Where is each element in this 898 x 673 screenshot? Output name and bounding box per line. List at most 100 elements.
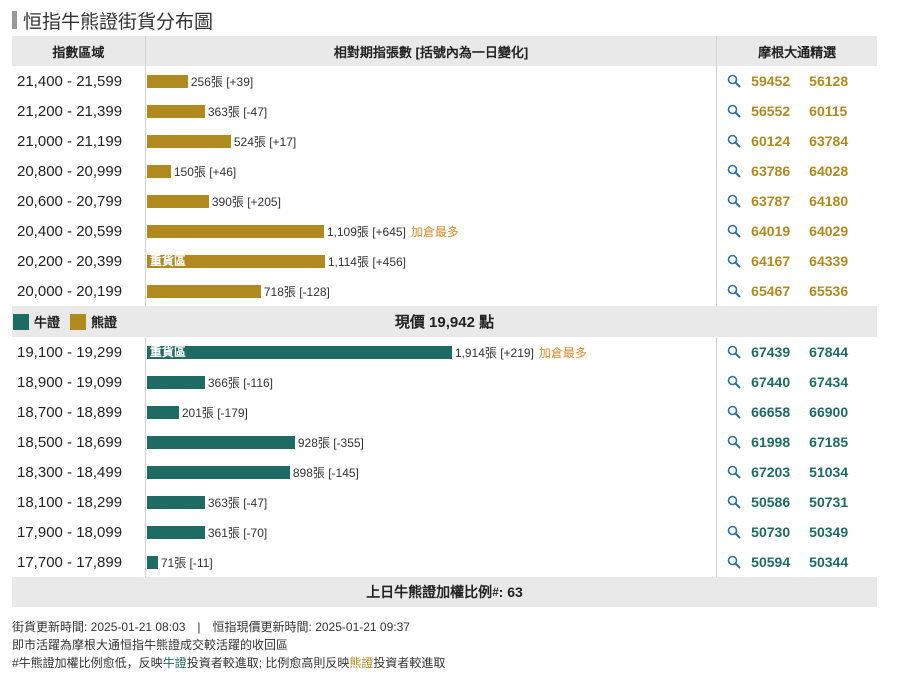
contracts-value: 1,914張 [+219] <box>454 345 534 360</box>
weighted-ratio-footer: 上日牛熊證加權比例 #: 63 <box>12 577 877 607</box>
contracts-value: 524張 [+17] <box>233 134 297 149</box>
warrant-code-link[interactable]: 51034 <box>809 464 867 480</box>
warrant-code-link[interactable]: 56552 <box>751 103 809 119</box>
contracts-bar <box>146 194 209 208</box>
index-range: 17,900 - 18,099 <box>17 523 123 541</box>
most-added-label: 加倉最多 <box>410 224 459 239</box>
bull-row: 19,100 - 19,299 重貨區 1,914張 [+219] 加倉最多 67439… <box>12 337 877 367</box>
index-range: 18,100 - 18,299 <box>17 493 123 511</box>
magnifier-icon[interactable] <box>727 194 741 208</box>
page-title: 恒指牛熊證街貨分布圖 <box>12 8 213 33</box>
magnifier-icon[interactable] <box>727 525 741 539</box>
index-range: 18,900 - 19,099 <box>17 373 123 391</box>
warrant-code-link[interactable]: 67844 <box>809 344 867 360</box>
warrant-code-link[interactable]: 66658 <box>751 404 809 420</box>
magnifier-icon[interactable] <box>727 134 741 148</box>
index-range: 21,400 - 21,599 <box>17 72 123 90</box>
warrant-code-link[interactable]: 64167 <box>751 253 809 269</box>
bear-row: 20,400 - 20,599 1,109張 [+645] 加倉最多 64019 640… <box>12 216 877 246</box>
picks-cell: 50730 50349 <box>716 517 877 547</box>
warrant-code-link[interactable]: 50594 <box>751 554 809 570</box>
warrant-code-link[interactable]: 61998 <box>751 434 809 450</box>
magnifier-icon[interactable] <box>727 555 741 569</box>
picks-cell: 66658 66900 <box>716 397 877 427</box>
ratio-note-b: 投資者較進取; 比例愈高則反映 <box>186 656 350 670</box>
contracts-bar <box>146 555 158 569</box>
warrant-code-link[interactable]: 65467 <box>751 283 809 299</box>
picks-cell: 61998 67185 <box>716 427 877 457</box>
warrant-code-link[interactable]: 64180 <box>809 193 867 209</box>
bull-row: 17,900 - 18,099 361張 [-70] 50730 50349 <box>12 517 877 547</box>
warrant-code-link[interactable]: 64339 <box>809 253 867 269</box>
warrant-code-link[interactable]: 67440 <box>751 374 809 390</box>
header-index-range: 指數區域 <box>52 44 105 60</box>
contracts-cell: 524張 [+17] <box>144 126 716 156</box>
ratio-note-bear: 熊證 <box>349 656 374 670</box>
warrant-code-link[interactable]: 60124 <box>751 133 809 149</box>
warrant-code-link[interactable]: 56128 <box>809 73 867 89</box>
contracts-cell: 363張 [-47] <box>144 487 716 517</box>
contracts-bar <box>146 104 205 118</box>
warrant-code-link[interactable]: 60115 <box>809 103 867 119</box>
magnifier-icon[interactable] <box>727 284 741 298</box>
contracts-bar <box>146 465 290 479</box>
index-range: 20,800 - 20,999 <box>17 162 123 180</box>
contracts-cell: 1,109張 [+645] 加倉最多 <box>144 216 716 246</box>
warrant-code-link[interactable]: 66900 <box>809 404 867 420</box>
magnifier-icon[interactable] <box>727 435 741 449</box>
warrant-code-link[interactable]: 67434 <box>809 374 867 390</box>
warrant-code-link[interactable]: 63787 <box>751 193 809 209</box>
ratio-note-a: #牛熊證加權比例愈低，反映 <box>12 656 163 670</box>
ratio-note-c: 投資者較進取 <box>373 656 446 670</box>
magnifier-icon[interactable] <box>727 224 741 238</box>
bull-row: 18,900 - 19,099 366張 [-116] 67440 67434 <box>12 367 877 397</box>
contracts-value: 898張 [-145] <box>292 465 359 480</box>
bull-row: 18,700 - 18,899 201張 [-179] 66658 66900 <box>12 397 877 427</box>
picks-cell: 67440 67434 <box>716 367 877 397</box>
warrant-code-link[interactable]: 67439 <box>751 344 809 360</box>
table-header: 指數區域 相對期指張數 [括號內為一日變化] 摩根大通精選 <box>12 36 877 66</box>
index-range: 20,400 - 20,599 <box>17 222 123 240</box>
magnifier-icon[interactable] <box>727 104 741 118</box>
header-contracts: 相對期指張數 [括號內為一日變化] <box>144 36 716 66</box>
magnifier-icon[interactable] <box>727 345 741 359</box>
magnifier-icon[interactable] <box>727 465 741 479</box>
contracts-value: 201張 [-179] <box>181 405 248 420</box>
warrant-code-link[interactable]: 50730 <box>751 524 809 540</box>
legend-bull-label: 牛證 <box>34 315 61 330</box>
picks-cell: 56552 60115 <box>716 96 877 126</box>
warrant-code-link[interactable]: 59452 <box>751 73 809 89</box>
contracts-cell: 928張 [-355] <box>144 427 716 457</box>
warrant-code-link[interactable]: 64029 <box>809 223 867 239</box>
warrant-code-link[interactable]: 64019 <box>751 223 809 239</box>
warrant-code-link[interactable]: 67185 <box>809 434 867 450</box>
contracts-cell: 361張 [-70] <box>144 517 716 547</box>
magnifier-icon[interactable] <box>727 74 741 88</box>
warrant-code-link[interactable]: 50344 <box>809 554 867 570</box>
contracts-bar: 重貨區 <box>146 345 452 359</box>
bull-row: 18,300 - 18,499 898張 [-145] 67203 51034 <box>12 457 877 487</box>
contracts-value: 150張 [+46] <box>173 164 237 179</box>
warrant-code-link[interactable]: 63784 <box>809 133 867 149</box>
warrant-code-link[interactable]: 50731 <box>809 494 867 510</box>
warrant-code-link[interactable]: 50349 <box>809 524 867 540</box>
warrant-code-link[interactable]: 64028 <box>809 163 867 179</box>
warrant-code-link[interactable]: 50586 <box>751 494 809 510</box>
index-range: 20,000 - 20,199 <box>17 282 123 300</box>
picks-cell: 67439 67844 <box>716 337 877 367</box>
ratio-note-bull: 牛證 <box>162 656 187 670</box>
warrant-code-link[interactable]: 65536 <box>809 283 867 299</box>
magnifier-icon[interactable] <box>727 375 741 389</box>
contracts-bar <box>146 284 261 298</box>
warrant-code-link[interactable]: 67203 <box>751 464 809 480</box>
warrant-code-link[interactable]: 63786 <box>751 163 809 179</box>
title-accent-bar <box>12 11 17 29</box>
magnifier-icon[interactable] <box>727 405 741 419</box>
contracts-bar <box>146 74 188 88</box>
picks-cell: 63787 64180 <box>716 186 877 216</box>
magnifier-icon[interactable] <box>727 164 741 178</box>
index-range: 18,500 - 18,699 <box>17 433 123 451</box>
magnifier-icon[interactable] <box>727 254 741 268</box>
contracts-cell: 718張 [-128] <box>144 276 716 306</box>
magnifier-icon[interactable] <box>727 495 741 509</box>
